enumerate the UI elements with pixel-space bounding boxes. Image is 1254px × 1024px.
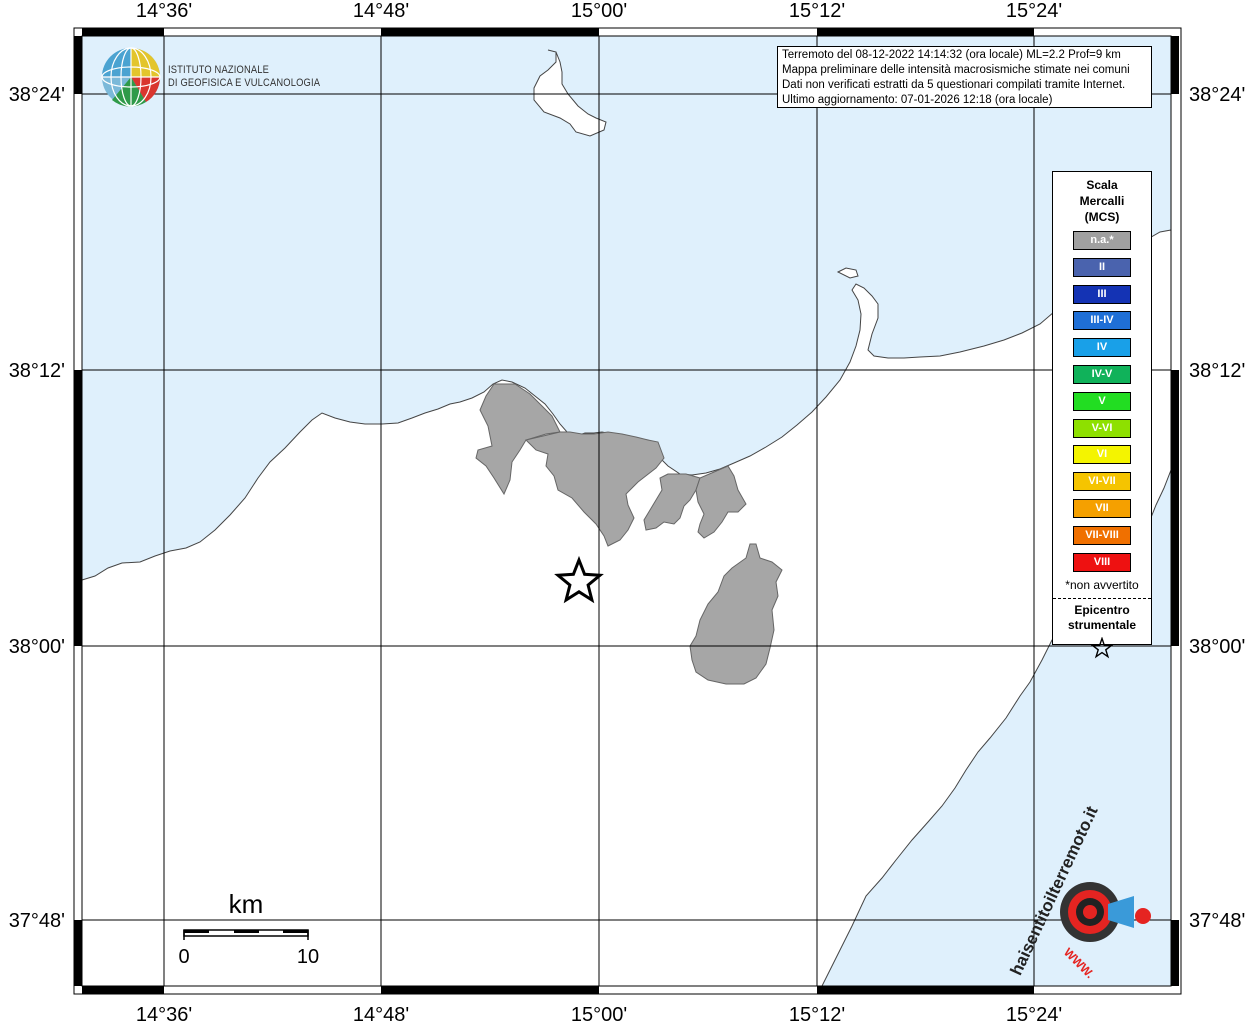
legend-epicenter-label: Epicentro strumentale — [1053, 603, 1151, 633]
legend-title: Scala Mercalli (MCS) — [1053, 177, 1151, 225]
legend-title-line: (MCS) — [1084, 210, 1120, 224]
info-line4: Ultimo aggiornamento: 07-01-2026 12:18 (… — [782, 94, 1053, 106]
lat-label: 38°00' — [1189, 636, 1245, 658]
lat-label: 37°48' — [1189, 910, 1245, 932]
legend-item: VII-VIII — [1073, 525, 1131, 545]
lon-label: 15°24' — [1006, 1004, 1062, 1024]
lon-label: 14°48' — [353, 0, 409, 22]
legend-item: VI-VII — [1073, 472, 1131, 492]
lon-label: 15°00' — [571, 1004, 627, 1024]
info-line2: Mappa preliminare delle intensità macros… — [782, 64, 1130, 76]
ingv-line2: DI GEOFISICA E VULCANOLOGIA — [168, 77, 321, 89]
legend-divider — [1053, 598, 1151, 600]
lat-label: 37°48' — [9, 910, 65, 932]
lon-label: 15°24' — [1006, 0, 1062, 22]
legend-item: II — [1073, 257, 1131, 277]
info-line3: Dati non verificati estratti da 5 questi… — [782, 79, 1126, 91]
legend-item: IV — [1073, 338, 1131, 358]
mcs-legend: Scala Mercalli (MCS) n.a.* II III III-IV IV I… — [1052, 171, 1152, 659]
legend-item: VIII — [1073, 552, 1131, 572]
lon-label: 15°00' — [571, 0, 627, 22]
legend-epicenter-line: Epicentro — [1074, 603, 1130, 618]
legend-title-line: Mercalli — [1079, 194, 1125, 208]
ingv-logo-text: ISTITUTO NAZIONALE DI GEOFISICA E VULCAN… — [168, 64, 320, 90]
legend-item: VII — [1073, 498, 1131, 518]
lat-labels-left: 38°24' 38°12' 38°00' 37°48' — [9, 84, 65, 932]
legend-star-icon — [1053, 636, 1151, 664]
event-info-box: Terremoto del 08-12-2022 14:14:32 (ora l… — [777, 46, 1152, 108]
lon-labels-top: 14°36' 14°48' 15°00' 15°12' 15°24' — [136, 0, 1062, 22]
scale-min: 0 — [178, 946, 189, 968]
lon-label: 14°36' — [136, 1004, 192, 1024]
legend-item: VI — [1073, 445, 1131, 465]
legend-item: V-VI — [1073, 418, 1131, 438]
lon-label: 14°48' — [353, 1004, 409, 1024]
legend-item: n.a.* — [1073, 231, 1131, 250]
lon-label: 15°12' — [789, 1004, 845, 1024]
legend-item: III-IV — [1073, 311, 1131, 331]
legend-item: III — [1073, 284, 1131, 304]
legend-title-line: Scala — [1086, 178, 1118, 192]
legend-item: IV-V — [1073, 364, 1131, 384]
legend-epicenter-line: strumentale — [1067, 618, 1137, 633]
lat-label: 38°12' — [1189, 360, 1245, 382]
scale-max: 10 — [297, 946, 319, 968]
ingv-line1: ISTITUTO NAZIONALE — [168, 64, 270, 76]
legend-note: *non avvertito — [1065, 578, 1139, 593]
lon-label: 14°36' — [136, 0, 192, 22]
legend-item: V — [1073, 391, 1131, 411]
scale-unit: km — [229, 889, 264, 919]
lat-labels-right: 38°24' 38°12' 38°00' 37°48' — [1189, 84, 1245, 932]
legend-items: n.a.* II III III-IV IV IV-V V V-VI VI VI-VII VII VI… — [1053, 231, 1151, 572]
lat-label: 38°24' — [9, 84, 65, 106]
lon-labels-bottom: 14°36' 14°48' 15°00' 15°12' 15°24' — [136, 1004, 1062, 1024]
lat-label: 38°24' — [1189, 84, 1245, 106]
lat-label: 38°12' — [9, 360, 65, 382]
lon-label: 15°12' — [789, 0, 845, 22]
info-line1: Terremoto del 08-12-2022 14:14:32 (ora l… — [782, 49, 1121, 61]
lat-label: 38°00' — [9, 636, 65, 658]
